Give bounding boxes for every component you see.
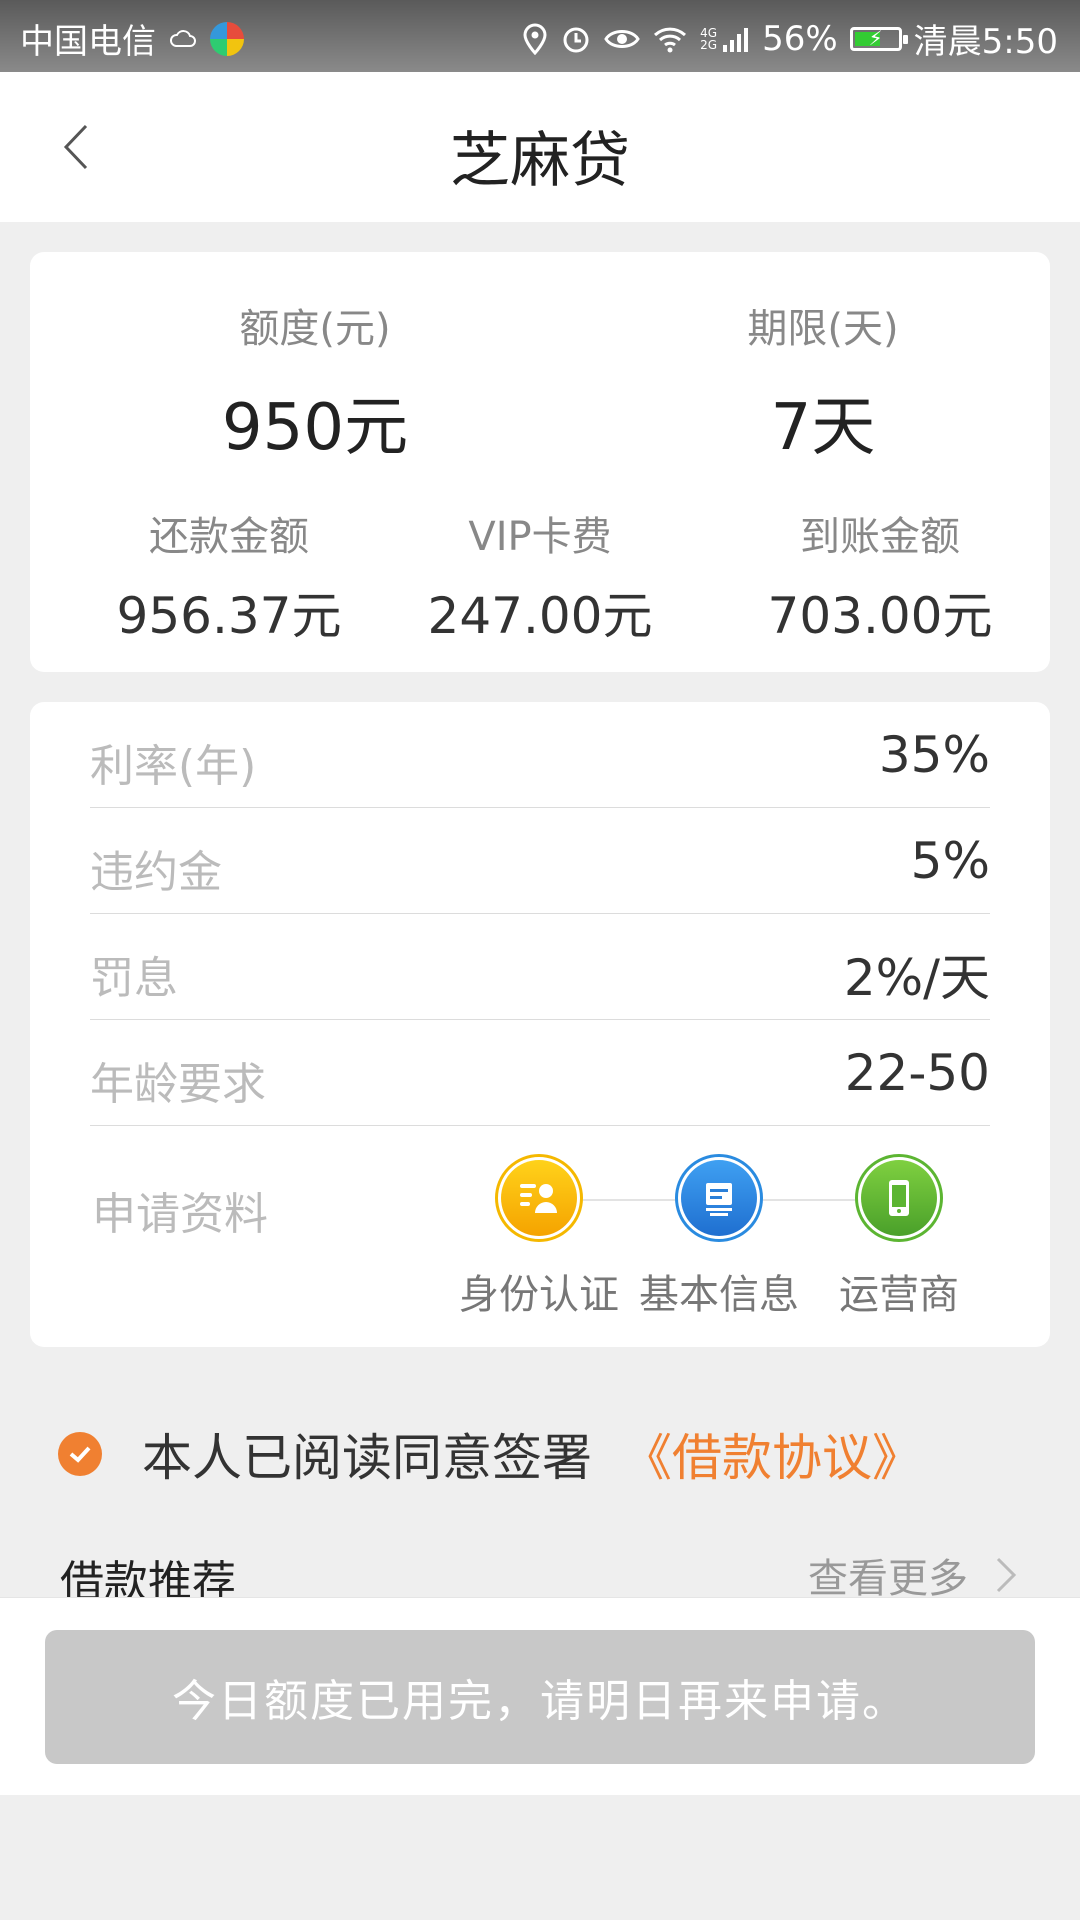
received-value: 703.00元: [767, 587, 993, 645]
check-icon: [69, 1446, 91, 1463]
repay-value: 956.37元: [116, 587, 342, 645]
detail-value: 2%/天: [843, 949, 990, 1007]
term-value: 7天: [770, 391, 876, 465]
detail-label: 违约金: [90, 847, 222, 898]
chevron-right-icon: [996, 1557, 1017, 1593]
loan-agreement-link[interactable]: 《借款协议》: [622, 1418, 922, 1490]
doc-label: 身份认证: [459, 1272, 619, 1318]
carrier-name: 中国电信: [20, 22, 156, 62]
apply-button[interactable]: 今日额度已用完，请明日再来申请。: [45, 1630, 1035, 1764]
doc-label: 基本信息: [639, 1272, 799, 1318]
network-type: 4G 2G: [700, 25, 717, 52]
eye-icon: [604, 25, 640, 53]
page-title: 芝麻贷: [450, 126, 630, 196]
limit-stat: 额度(元) 950元: [145, 296, 485, 468]
detail-value: 35%: [878, 726, 990, 784]
location-icon: [522, 22, 548, 55]
doc-carrier[interactable]: 运营商: [809, 1154, 989, 1320]
detail-row-late-interest: 罚息 2%/天: [90, 914, 990, 1020]
vip-fee-label: VIP卡费: [468, 514, 612, 560]
view-more-label: 查看更多: [808, 1556, 968, 1602]
view-more-link[interactable]: 查看更多: [808, 1546, 1018, 1604]
agreement-checkbox[interactable]: [58, 1432, 102, 1476]
limit-value: 950元: [221, 391, 409, 465]
received-label: 到账金额: [800, 514, 960, 560]
loan-summary-card: 额度(元) 950元 期限(天) 7天 还款金额 956.37元 VIP卡费 2…: [30, 252, 1050, 672]
alarm-icon: [560, 23, 592, 55]
detail-label: 罚息: [90, 953, 178, 1004]
doc-basic-info[interactable]: 基本信息: [629, 1154, 809, 1320]
term-stat: 期限(天) 7天: [653, 296, 993, 468]
repay-stat: 还款金额 956.37元: [79, 504, 379, 648]
vip-fee-stat: VIP卡费 247.00元: [390, 504, 690, 648]
term-label: 期限(天): [747, 306, 899, 352]
phone-icon: [861, 1160, 937, 1236]
agreement-text: 本人已阅读同意签署: [142, 1429, 592, 1487]
weather-icon: [168, 24, 198, 54]
loan-details-card: 利率(年) 35% 违约金 5% 罚息 2%/天 年龄要求 22-50 申请资料: [30, 702, 1050, 1347]
wifi-icon: [652, 24, 688, 54]
id-card-icon: [501, 1160, 577, 1236]
clock: 清晨5:50: [913, 22, 1058, 62]
detail-label: 利率(年): [90, 741, 257, 792]
battery-percent: 56%: [762, 18, 838, 59]
app-header: 芝麻贷: [0, 72, 1080, 222]
bottom-action-bar: 今日额度已用完，请明日再来申请。: [0, 1597, 1080, 1795]
detail-row-penalty: 违约金 5%: [90, 808, 990, 914]
signal-icon: 4G 2G: [700, 25, 750, 53]
detail-value: 5%: [910, 832, 990, 890]
vip-fee-value: 247.00元: [427, 587, 653, 645]
doc-label: 运营商: [839, 1272, 959, 1318]
detail-value: 22-50: [844, 1044, 990, 1102]
document-icon: [681, 1160, 757, 1236]
docs-label: 申请资料: [92, 1189, 268, 1240]
detail-row-rate: 利率(年) 35%: [90, 702, 990, 808]
doc-id-verification[interactable]: 身份认证: [449, 1154, 629, 1320]
repay-label: 还款金额: [149, 514, 309, 560]
received-stat: 到账金额 703.00元: [730, 504, 1030, 648]
detail-label: 年龄要求: [90, 1059, 266, 1110]
app-icon: [210, 21, 244, 56]
limit-label: 额度(元): [239, 306, 391, 352]
battery-icon: ⚡: [849, 26, 908, 51]
detail-row-age: 年龄要求 22-50: [90, 1020, 990, 1126]
status-bar: 中国电信 4G 2G 56% ⚡ 清晨5:50: [0, 0, 1080, 72]
agreement-row: 本人已阅读同意签署 《借款协议》: [58, 1418, 922, 1490]
